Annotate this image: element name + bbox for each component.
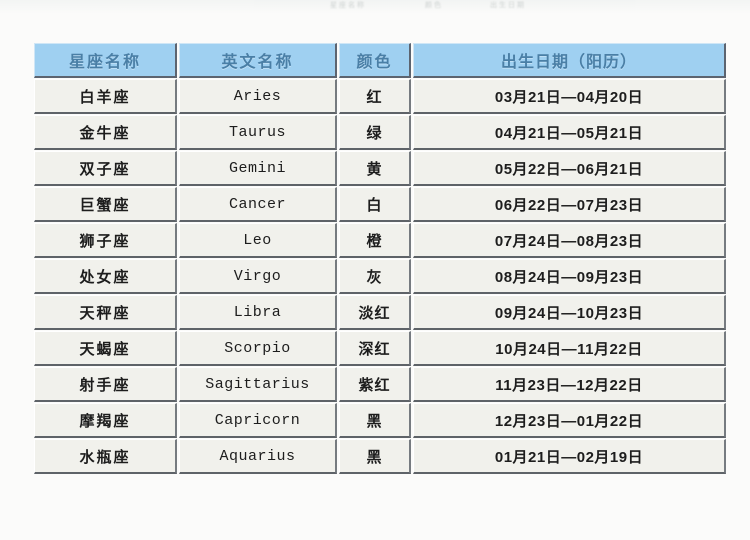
cell-birthdate: 09月24日—10月23日	[413, 295, 726, 330]
cell-name: 天蝎座	[34, 331, 177, 366]
cell-color: 紫红	[339, 367, 411, 402]
table-row[interactable]: 双子座 Gemini 黄 05月22日—06月21日	[34, 151, 726, 186]
table-row[interactable]: 处女座 Virgo 灰 08月24日—09月23日	[34, 259, 726, 294]
column-header-color[interactable]: 颜色	[339, 43, 411, 78]
cell-birthdate: 10月24日—11月22日	[413, 331, 726, 366]
cell-english: Taurus	[179, 115, 337, 150]
cell-birthdate: 12月23日—01月22日	[413, 403, 726, 438]
cell-name: 射手座	[34, 367, 177, 402]
cell-color: 绿	[339, 115, 411, 150]
cell-english: Leo	[179, 223, 337, 258]
cell-color: 橙	[339, 223, 411, 258]
cell-english: Aries	[179, 79, 337, 114]
cell-english: Virgo	[179, 259, 337, 294]
cell-color: 黄	[339, 151, 411, 186]
table-header: 星座名称 英文名称 颜色 出生日期（阳历）	[34, 43, 726, 78]
cell-birthdate: 01月21日—02月19日	[413, 439, 726, 474]
cell-name: 处女座	[34, 259, 177, 294]
cell-english: Scorpio	[179, 331, 337, 366]
cell-birthdate: 07月24日—08月23日	[413, 223, 726, 258]
cell-color: 黑	[339, 403, 411, 438]
cell-birthdate: 05月22日—06月21日	[413, 151, 726, 186]
cell-name: 白羊座	[34, 79, 177, 114]
table-row[interactable]: 射手座 Sagittarius 紫红 11月23日—12月22日	[34, 367, 726, 402]
table-row[interactable]: 狮子座 Leo 橙 07月24日—08月23日	[34, 223, 726, 258]
cell-color: 白	[339, 187, 411, 222]
cell-english: Gemini	[179, 151, 337, 186]
cell-name: 双子座	[34, 151, 177, 186]
ghost-text-fragment-b: 颜色	[425, 2, 443, 9]
table-row[interactable]: 巨蟹座 Cancer 白 06月22日—07月23日	[34, 187, 726, 222]
cell-name: 巨蟹座	[34, 187, 177, 222]
cell-color: 红	[339, 79, 411, 114]
cell-name: 天秤座	[34, 295, 177, 330]
top-cutoff-artifact: 星座名称 颜色 出生日期	[0, 0, 750, 14]
column-header-english[interactable]: 英文名称	[179, 43, 337, 78]
ghost-text-fragment-c: 出生日期	[490, 2, 526, 9]
cell-birthdate: 04月21日—05月21日	[413, 115, 726, 150]
cell-color: 淡红	[339, 295, 411, 330]
cell-english: Capricorn	[179, 403, 337, 438]
table-body: 白羊座 Aries 红 03月21日—04月20日 金牛座 Taurus 绿 04月21日—0…	[34, 79, 726, 474]
table-row[interactable]: 金牛座 Taurus 绿 04月21日—05月21日	[34, 115, 726, 150]
table-row[interactable]: 水瓶座 Aquarius 黑 01月21日—02月19日	[34, 439, 726, 474]
column-header-name[interactable]: 星座名称	[34, 43, 177, 78]
cell-name: 水瓶座	[34, 439, 177, 474]
cell-english: Cancer	[179, 187, 337, 222]
cell-english: Aquarius	[179, 439, 337, 474]
ghost-text-fragment-a: 星座名称	[330, 2, 366, 9]
table-row[interactable]: 天蝎座 Scorpio 深红 10月24日—11月22日	[34, 331, 726, 366]
cell-birthdate: 11月23日—12月22日	[413, 367, 726, 402]
cell-english: Libra	[179, 295, 337, 330]
bottom-clip-mask	[0, 500, 750, 540]
cell-name: 摩羯座	[34, 403, 177, 438]
cell-name: 金牛座	[34, 115, 177, 150]
cell-color: 深红	[339, 331, 411, 366]
cell-color: 灰	[339, 259, 411, 294]
cell-color: 黑	[339, 439, 411, 474]
cell-name: 狮子座	[34, 223, 177, 258]
cell-birthdate: 03月21日—04月20日	[413, 79, 726, 114]
zodiac-table: 星座名称 英文名称 颜色 出生日期（阳历） 白羊座 Aries 红 03月21日—04…	[32, 42, 728, 475]
zodiac-table-container: 星座名称 英文名称 颜色 出生日期（阳历） 白羊座 Aries 红 03月21日—04…	[32, 42, 726, 475]
cell-birthdate: 06月22日—07月23日	[413, 187, 726, 222]
cell-english: Sagittarius	[179, 367, 337, 402]
header-row: 星座名称 英文名称 颜色 出生日期（阳历）	[34, 43, 726, 78]
table-row[interactable]: 天秤座 Libra 淡红 09月24日—10月23日	[34, 295, 726, 330]
cell-birthdate: 08月24日—09月23日	[413, 259, 726, 294]
column-header-birthdate[interactable]: 出生日期（阳历）	[413, 43, 726, 78]
table-row[interactable]: 摩羯座 Capricorn 黑 12月23日—01月22日	[34, 403, 726, 438]
table-row[interactable]: 白羊座 Aries 红 03月21日—04月20日	[34, 79, 726, 114]
